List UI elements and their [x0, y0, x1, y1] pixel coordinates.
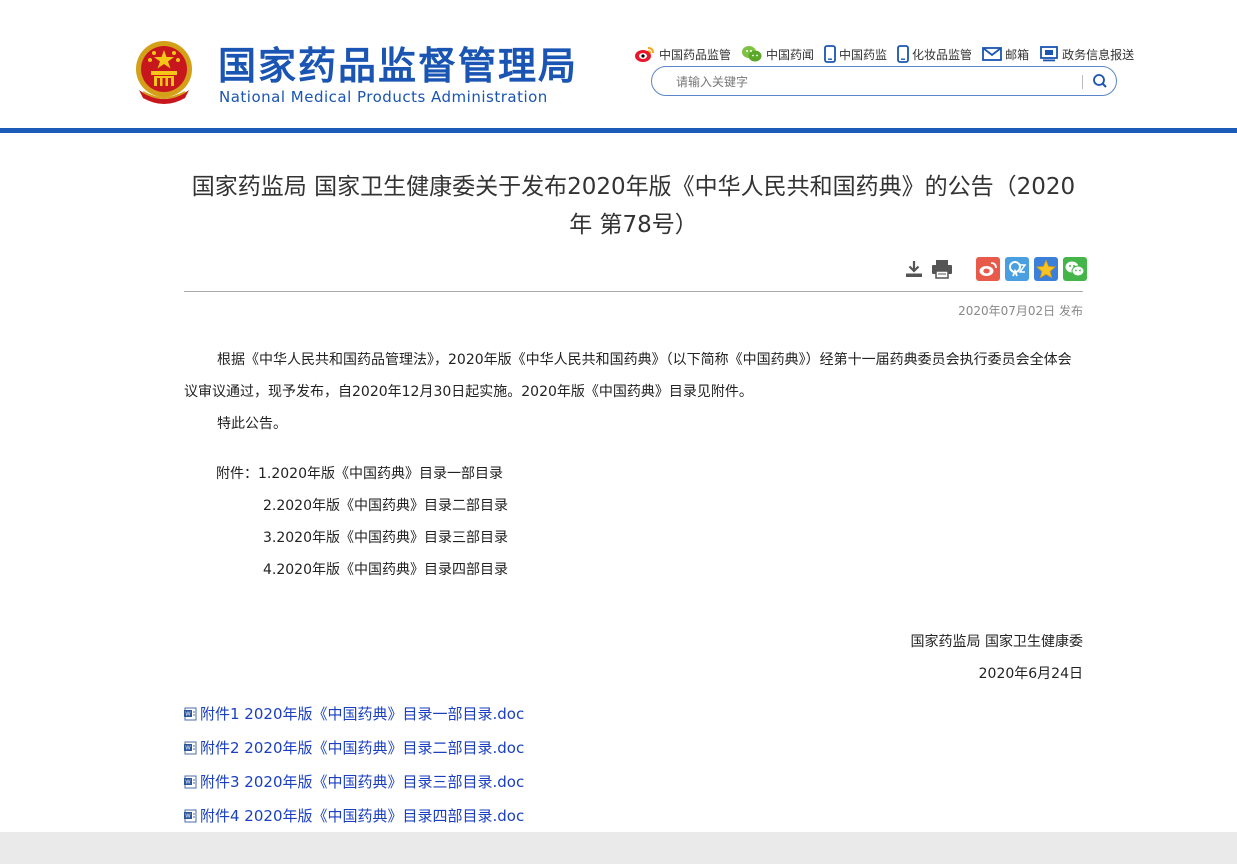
article-title: 国家药监局 国家卫生健康委关于发布2020年版《中华人民共和国药典》的公告（20…: [191, 174, 1076, 238]
annex-item: 2.2020年版《中国药典》目录二部目录: [263, 498, 508, 514]
signer-name: 国家药监局 国家卫生健康委: [910, 634, 1083, 650]
search-input[interactable]: [674, 72, 1078, 92]
top-link-weibo[interactable]: 中国药品监管: [634, 45, 731, 63]
title-divider: [184, 291, 1083, 292]
site-header: 国家药品监督管理局 National Medical Products Admi…: [0, 0, 1237, 128]
publish-date: 2020年07月02日 发布: [958, 304, 1083, 318]
weibo-icon: [979, 262, 997, 276]
print-button[interactable]: [931, 258, 953, 280]
attachment-link[interactable]: W 附件4 2020年版《中国药典》目录四部目录.doc: [184, 799, 524, 833]
word-doc-icon: W: [184, 741, 197, 755]
print-icon: [932, 260, 952, 279]
attachment-list: W 附件1 2020年版《中国药典》目录一部目录.doc W 附件2 2020年…: [184, 697, 524, 833]
top-link-label: 政务信息报送: [1062, 47, 1135, 62]
download-icon: [906, 261, 922, 277]
footer-band: [0, 832, 1237, 864]
attachment-link-text: 附件1 2020年版《中国药典》目录一部目录.doc: [200, 705, 525, 723]
top-link-mobile-1[interactable]: 中国药监: [824, 45, 887, 63]
annex-item-text: 1.2020年版《中国药典》目录一部目录: [258, 466, 503, 482]
annex-list: 附件：1.2020年版《中国药典》目录一部目录 2.2020年版《中国药典》目录…: [216, 458, 508, 586]
svg-text:W: W: [185, 814, 191, 820]
top-link-label: 中国药监: [839, 47, 888, 62]
share-favorite-button[interactable]: [1034, 257, 1058, 281]
annex-item: 4.2020年版《中国药典》目录四部目录: [263, 562, 508, 578]
top-link-wechat[interactable]: 中国药闻: [741, 45, 814, 63]
qzone-icon: [1009, 261, 1027, 277]
share-wechat-button[interactable]: [1063, 257, 1087, 281]
top-link-mail[interactable]: 邮箱: [982, 46, 1029, 63]
search-icon: [1093, 74, 1107, 88]
svg-text:W: W: [185, 712, 191, 718]
word-doc-icon: W: [184, 809, 197, 823]
site-title-en: National Medical Products Administration: [219, 88, 548, 106]
attachment-link-text: 附件4 2020年版《中国药典》目录四部目录.doc: [200, 807, 525, 825]
top-links-bar: 中国药品监管 中国药闻 中国药监 化妆品监管 邮箱 政务信息报送: [634, 44, 1144, 64]
article-toolbar: [903, 256, 1087, 282]
attachment-link-text: 附件2 2020年版《中国药典》目录二部目录.doc: [200, 739, 525, 757]
share-weibo-button[interactable]: [976, 257, 1000, 281]
word-doc-icon: W: [184, 775, 197, 789]
mobile-icon: [824, 45, 836, 63]
attachment-link-text: 附件3 2020年版《中国药典》目录三部目录.doc: [200, 773, 525, 791]
signature-block: 国家药监局 国家卫生健康委 2020年6月24日: [911, 626, 1083, 690]
attachment-link[interactable]: W 附件2 2020年版《中国药典》目录二部目录.doc: [184, 731, 524, 765]
body-paragraph: 根据《中华人民共和国药品管理法》，2020年版《中华人民共和国药典》（以下简称《…: [184, 352, 1072, 400]
header-blue-bar: [0, 128, 1237, 133]
article-body: 根据《中华人民共和国药品管理法》，2020年版《中华人民共和国药典》（以下简称《…: [184, 344, 1083, 440]
wechat-icon: [1065, 261, 1085, 277]
svg-text:W: W: [185, 780, 191, 786]
top-link-label: 邮箱: [1005, 47, 1030, 62]
word-doc-icon: W: [184, 707, 197, 721]
monitor-icon: [1040, 46, 1058, 62]
top-link-mobile-2[interactable]: 化妆品监管: [897, 45, 972, 63]
download-button[interactable]: [903, 258, 925, 280]
svg-text:W: W: [185, 746, 191, 752]
top-link-gov-info[interactable]: 政务信息报送: [1039, 46, 1134, 63]
body-paragraph: 特此公告。: [217, 416, 287, 432]
site-title-cn: 国家药品监督管理局: [218, 44, 579, 88]
star-icon: [1036, 259, 1056, 279]
search-button[interactable]: [1090, 71, 1110, 91]
search-divider: [1082, 75, 1083, 89]
mobile-icon: [897, 45, 909, 63]
weibo-icon: [635, 47, 654, 62]
annex-label: 附件：: [216, 466, 258, 482]
search-box: [651, 66, 1117, 96]
annex-item: 附件：1.2020年版《中国药典》目录一部目录: [216, 458, 508, 490]
wechat-icon: [742, 46, 762, 62]
attachment-link[interactable]: W 附件1 2020年版《中国药典》目录一部目录.doc: [184, 697, 524, 731]
sign-date: 2020年6月24日: [978, 666, 1083, 682]
top-link-label: 中国药品监管: [659, 47, 732, 62]
attachment-link[interactable]: W 附件3 2020年版《中国药典》目录三部目录.doc: [184, 765, 524, 799]
share-qzone-button[interactable]: [1005, 257, 1029, 281]
top-link-label: 中国药闻: [766, 47, 815, 62]
annex-item: 3.2020年版《中国药典》目录三部目录: [263, 530, 508, 546]
top-link-label: 化妆品监管: [912, 47, 973, 62]
mail-icon: [982, 47, 1002, 61]
national-emblem-logo[interactable]: [133, 40, 195, 106]
